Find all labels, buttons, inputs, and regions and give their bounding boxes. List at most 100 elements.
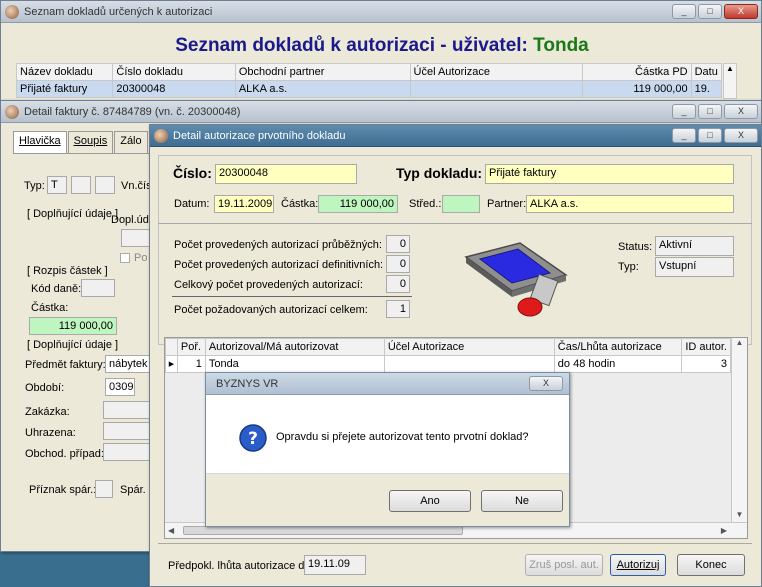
count-label-2: Počet provedených autorizací definitivní… <box>174 259 384 271</box>
maximize-button[interactable]: □ <box>698 128 722 143</box>
typ-field-3[interactable] <box>95 176 115 194</box>
obdobi-label: Období: <box>25 382 65 394</box>
tab-zalohy[interactable]: Zálo <box>114 131 148 153</box>
invoice-window-controls: _ □ X <box>672 104 758 119</box>
header-divider <box>158 223 752 224</box>
col-ucel[interactable]: Účel Autorizace <box>383 338 555 356</box>
maximize-button[interactable]: □ <box>698 4 722 19</box>
cell-cas[interactable]: do 48 hodin <box>553 355 683 373</box>
scroll-up-icon[interactable]: ▲ <box>726 64 734 73</box>
auth-grid-table: Poř. Autorizoval/Má autorizovat Účel Aut… <box>165 338 731 373</box>
col-id[interactable]: ID autor. <box>681 338 731 356</box>
svg-text:?: ? <box>248 429 258 449</box>
grid-vertical-scrollbar[interactable]: ▲ ▼ <box>731 338 747 524</box>
count-field-3[interactable]: 0 <box>386 275 410 293</box>
col-datum[interactable]: Datu <box>690 63 723 81</box>
deadline-field[interactable]: 19.11.09 <box>304 555 366 575</box>
app-icon <box>154 128 168 143</box>
stred-label: Střed.: <box>409 198 442 210</box>
typ-field[interactable]: T <box>47 176 67 194</box>
count-field-2[interactable]: 0 <box>386 255 410 273</box>
auth-window-titlebar[interactable]: Detail autorizace prvotního dokladu <box>150 125 761 147</box>
close-button[interactable]: X <box>724 104 758 119</box>
po-checkbox[interactable] <box>120 253 130 263</box>
castka-field[interactable]: 119 000,00 <box>318 195 398 213</box>
cell-id[interactable]: 3 <box>681 355 731 373</box>
count-field-1[interactable]: 0 <box>386 235 410 253</box>
row-selector-icon[interactable]: ▶ <box>165 355 178 373</box>
tab-soupis[interactable]: Soupis <box>67 131 114 153</box>
col-castka[interactable]: Částka PD <box>582 63 692 81</box>
cell-ucel[interactable] <box>409 80 584 98</box>
cell-castka[interactable]: 119 000,00 <box>582 80 692 98</box>
deadline-label: Předpokl. lhůta autorizace do: <box>168 560 314 572</box>
no-button[interactable]: Ne <box>481 490 563 512</box>
cell-por[interactable]: 1 <box>176 355 206 373</box>
cell-autorizoval[interactable]: Tonda <box>204 355 385 373</box>
dopl-field[interactable] <box>121 229 151 247</box>
priznak-field[interactable] <box>95 480 113 498</box>
dialog-close-button[interactable]: X <box>529 376 563 391</box>
yes-button[interactable]: Ano <box>389 490 471 512</box>
cell-nazev[interactable]: Přijaté faktury <box>15 80 114 98</box>
obchod-field[interactable] <box>103 443 153 461</box>
list-window-titlebar[interactable]: Seznam dokladů určených k autorizaci <box>1 1 761 23</box>
castka-field[interactable]: 119 000,00 <box>29 317 117 335</box>
typ-dokladu-field[interactable]: Přijaté faktury <box>485 164 734 184</box>
count-label-1: Počet provedených autorizací průběžných: <box>174 239 382 251</box>
table-header: Poř. Autorizoval/Má autorizovat Účel Aut… <box>165 338 731 356</box>
authorize-button[interactable]: Autorizuj <box>610 554 666 576</box>
app-icon <box>5 4 19 19</box>
scroll-left-icon[interactable]: ◀ <box>168 526 174 535</box>
minimize-button[interactable]: _ <box>672 104 696 119</box>
kod-dane-field[interactable] <box>81 279 115 297</box>
group-doplnujici-2: [ Doplňující údaje ] <box>27 339 119 351</box>
close-button[interactable]: X <box>724 128 758 143</box>
col-autorizoval[interactable]: Autorizoval/Má autorizovat <box>204 338 385 356</box>
col-cas[interactable]: Čas/Lhůta autorizace <box>553 338 683 356</box>
predmet-field[interactable]: nábytek <box>105 355 153 373</box>
minimize-button[interactable]: _ <box>672 128 696 143</box>
list-heading-prefix: Seznam dokladů k autorizaci - uživatel: <box>175 35 528 56</box>
status-field[interactable]: Aktivní <box>655 236 734 256</box>
undo-authorization-button[interactable]: Zruš posl. aut. <box>525 554 603 576</box>
list-scrollbar[interactable]: ▲ <box>723 63 737 99</box>
table-row[interactable]: ▶ 1 Tonda do 48 hodin 3 <box>165 355 731 373</box>
cislo-field[interactable]: 20300048 <box>215 164 357 184</box>
col-por[interactable]: Poř. <box>176 338 206 356</box>
typ2-label: Typ: <box>618 261 639 273</box>
datum-field[interactable]: 19.11.2009 <box>214 195 274 213</box>
uhrazena-field[interactable] <box>103 422 153 440</box>
minimize-button[interactable]: _ <box>672 4 696 19</box>
cell-partner[interactable]: ALKA a.s. <box>234 80 411 98</box>
col-ucel[interactable]: Účel Autorizace <box>409 63 584 81</box>
close-button[interactable]: X <box>724 4 758 19</box>
obdobi-field[interactable]: 0309 <box>105 378 135 396</box>
close-window-button[interactable]: Konec <box>677 554 745 576</box>
col-partner[interactable]: Obchodní partner <box>234 63 411 81</box>
required-field[interactable]: 1 <box>386 300 410 318</box>
typ-field-2[interactable] <box>71 176 91 194</box>
stred-field[interactable] <box>442 195 480 213</box>
cell-cislo[interactable]: 20300048 <box>112 80 236 98</box>
col-nazev[interactable]: Název dokladu <box>15 63 114 81</box>
list-heading: Seznam dokladů k autorizaci - uživatel: … <box>1 35 762 57</box>
partner-field[interactable]: ALKA a.s. <box>526 195 734 213</box>
po-label: Po <box>134 252 148 264</box>
tab-hlavicka[interactable]: Hlavička <box>13 131 67 153</box>
obchod-label: Obchod. případ: <box>25 448 104 460</box>
list-heading-user: Tonda <box>533 35 589 56</box>
table-row[interactable]: Přijaté faktury 20300048 ALKA a.s. 119 0… <box>15 80 723 98</box>
scroll-up-icon[interactable]: ▲ <box>732 338 747 352</box>
dialog-titlebar[interactable]: BYZNYS VR <box>206 373 569 395</box>
scroll-thumb[interactable] <box>183 526 463 535</box>
cell-datum[interactable]: 19. <box>690 80 723 98</box>
scroll-right-icon[interactable]: ▶ <box>721 526 727 535</box>
zakazka-field[interactable] <box>103 401 153 419</box>
app-icon <box>5 104 19 119</box>
typ2-field[interactable]: Vstupní <box>655 257 734 277</box>
cell-ucel[interactable] <box>383 355 555 373</box>
col-cislo[interactable]: Číslo dokladu <box>112 63 236 81</box>
maximize-button[interactable]: □ <box>698 104 722 119</box>
invoice-window-titlebar[interactable]: Detail faktury č. 87484789 (vn. č. 20300… <box>1 101 761 123</box>
